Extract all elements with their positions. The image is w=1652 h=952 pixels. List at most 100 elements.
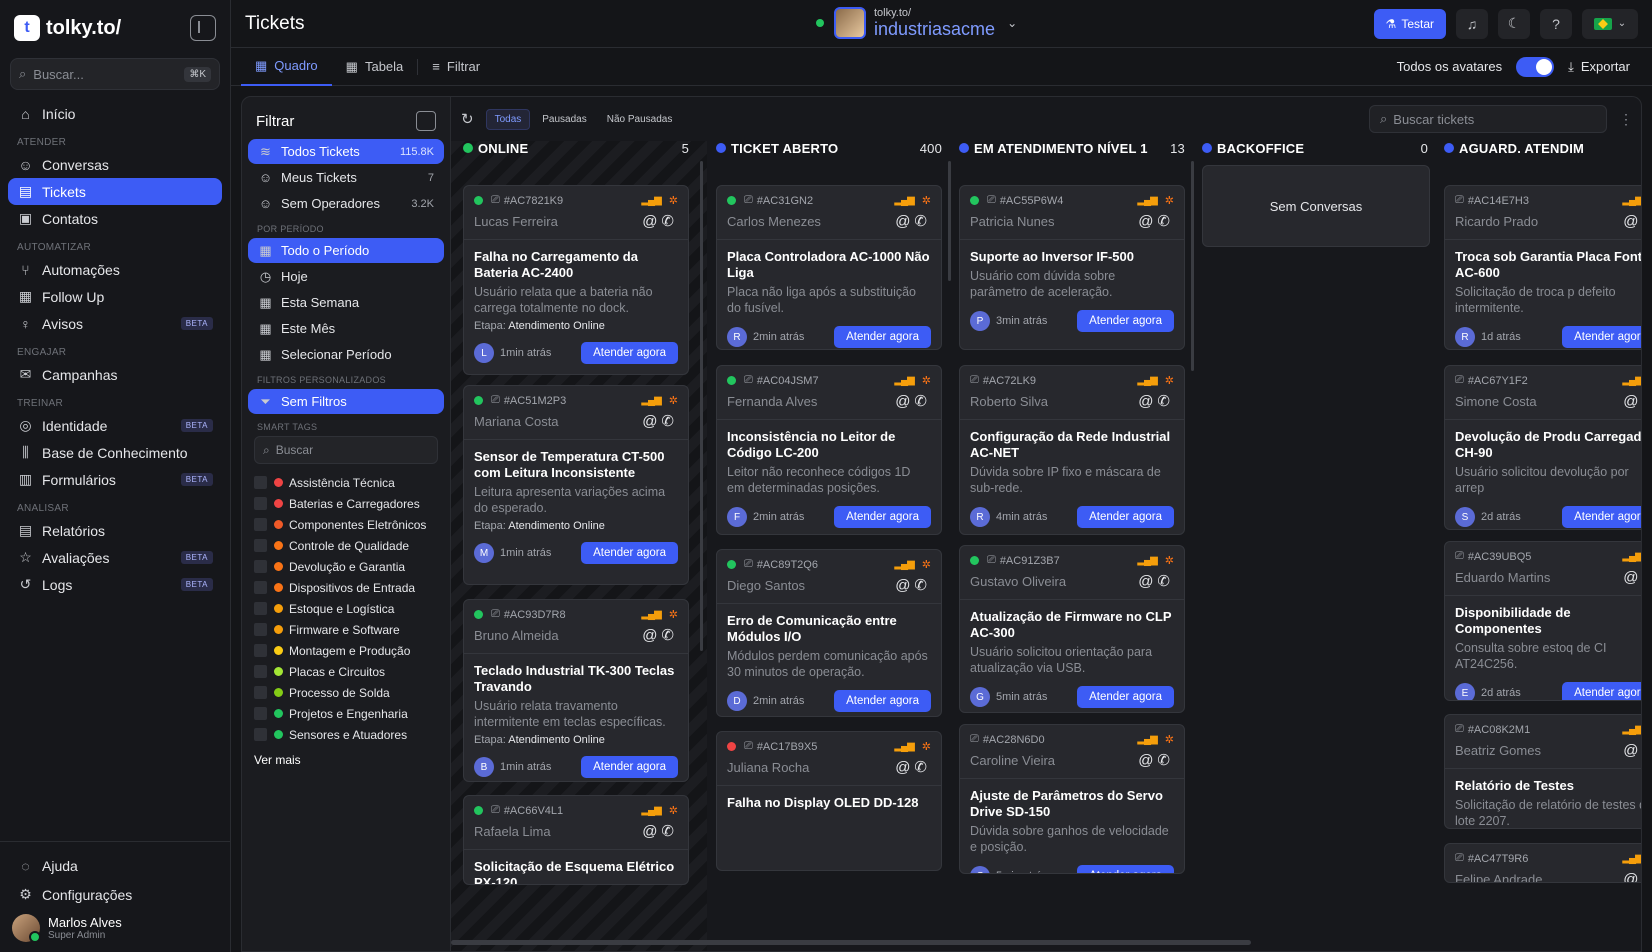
checkbox[interactable] (254, 686, 267, 699)
nav-automacoes[interactable]: ⑂ Automações (8, 256, 222, 283)
checkbox[interactable] (254, 539, 267, 552)
chip-nao-pausadas[interactable]: Não Pausadas (599, 110, 681, 129)
ticket-card[interactable]: ⎚ #AC93D7R8 ▂▄▆ ✲ Bruno Almeida @✆ Teclado Ind… (463, 599, 689, 782)
see-more-link[interactable]: Ver mais (254, 753, 438, 767)
workspace-switcher[interactable]: tolky.to/ industriasacme ⌄ (816, 7, 1017, 39)
smart-tag-item[interactable]: Sensores e Atuadores (248, 724, 444, 745)
nav-avaliacoes[interactable]: ☆ Avaliações BETA (8, 544, 222, 571)
ticket-card[interactable]: ⎚ #AC72LK9 ▂▄▆ ✲ Roberto Silva @✆ Configuração… (959, 365, 1185, 535)
attend-now-button[interactable]: Atender agora (1562, 682, 1641, 700)
ticket-card[interactable]: ⎚#AC47T9R6▂▄▆✲Felipe Andrade@✆Documentaç… (1444, 843, 1641, 883)
filter-toggle[interactable]: ≡ Filtrar (418, 48, 494, 86)
ticket-card[interactable]: ⎚#AC67Y1F2▂▄▆✲Simone Costa@✆Devolução de… (1444, 365, 1641, 530)
filter-este-mes[interactable]: ▦ Este Mês (248, 316, 444, 341)
checkbox[interactable] (254, 497, 267, 510)
nav-formularios[interactable]: ▥ Formulários BETA (8, 466, 222, 493)
tag-search-input[interactable]: ⌕ Buscar (254, 436, 438, 464)
export-button[interactable]: ⤓ Exportar (1568, 59, 1630, 75)
refresh-icon[interactable]: ↻ (461, 110, 474, 128)
attend-now-button[interactable]: Atender agora (581, 756, 678, 778)
nav-identidade[interactable]: ◎ Identidade BETA (8, 412, 222, 439)
smart-tag-item[interactable]: Estoque e Logística (248, 598, 444, 619)
attend-now-button[interactable]: Atender agora (1077, 865, 1174, 873)
nav-logs[interactable]: ↺ Logs BETA (8, 571, 222, 598)
scrollbar[interactable] (948, 161, 951, 281)
attend-now-button[interactable]: Atender agora (1077, 506, 1174, 528)
help-button[interactable]: ? (1540, 8, 1572, 39)
nav-configuracoes[interactable]: ⚙ Configurações (8, 881, 222, 908)
filter-hoje[interactable]: ◷ Hoje (248, 264, 444, 289)
smart-tag-item[interactable]: Controle de Qualidade (248, 535, 444, 556)
attend-now-button[interactable]: Atender agora (834, 506, 931, 528)
global-search-input[interactable]: ⌕ Buscar... ⌘K (10, 58, 220, 90)
horizontal-scrollbar[interactable] (451, 940, 1251, 945)
attend-now-button[interactable]: Atender agora (1077, 310, 1174, 332)
nav-avisos[interactable]: ♀ Avisos BETA (8, 310, 222, 337)
ticket-card[interactable]: ⎚ #AC28N6D0 ▂▄▆ ✲ Caroline Vieira @✆ Ajuste de… (959, 724, 1185, 874)
smart-tag-item[interactable]: Firmware e Software (248, 619, 444, 640)
ticket-search-input[interactable]: ⌕ Buscar tickets (1369, 105, 1607, 133)
checkbox[interactable] (254, 602, 267, 615)
attend-now-button[interactable]: Atender agora (834, 690, 931, 712)
nav-followup[interactable]: ▦ Follow Up (8, 283, 222, 310)
filter-sem-filtros[interactable]: ⏷ Sem Filtros (248, 389, 444, 414)
scrollbar[interactable] (700, 161, 703, 651)
language-selector[interactable]: ⌄ (1582, 8, 1638, 39)
smart-tag-item[interactable]: Processo de Solda (248, 682, 444, 703)
smart-tag-item[interactable]: Projetos e Engenharia (248, 703, 444, 724)
scrollbar[interactable] (1191, 161, 1194, 371)
avatars-toggle[interactable] (1516, 56, 1555, 77)
checkbox[interactable] (254, 707, 267, 720)
ticket-card[interactable]: ⎚ #AC17B9X5 ▂▄▆ ✲ Juliana Rocha @✆ Falha no Di… (716, 731, 942, 871)
smart-tag-item[interactable]: Assistência Técnica (248, 472, 444, 493)
ticket-card[interactable]: ⎚ #AC55P6W4 ▂▄▆ ✲ Patricia Nunes @✆ Suporte ao… (959, 185, 1185, 350)
checkbox[interactable] (254, 476, 267, 489)
nav-conversas[interactable]: ☺ Conversas (8, 151, 222, 178)
smart-tag-item[interactable]: Componentes Eletrônicos (248, 514, 444, 535)
smart-tag-item[interactable]: Dispositivos de Entrada (248, 577, 444, 598)
ticket-card[interactable]: ⎚ #AC7821K9 ▂▄▆ ✲ Lucas Ferreira @✆ Falha no C… (463, 185, 689, 375)
attend-now-button[interactable]: Atender agora (1562, 326, 1641, 348)
ticket-card[interactable]: ⎚ #AC51M2P3 ▂▄▆ ✲ Mariana Costa @✆ Sensor de T… (463, 385, 689, 585)
ticket-card[interactable]: ⎚ #AC89T2Q6 ▂▄▆ ✲ Diego Santos @✆ Erro de Comu… (716, 549, 942, 717)
nav-ajuda[interactable]: ◌ Ajuda (8, 852, 222, 879)
ticket-card[interactable]: ⎚#AC08K2M1▂▄▆✲Beatriz Gomes@✆Relatório d… (1444, 714, 1641, 829)
chip-pausadas[interactable]: Pausadas (534, 110, 594, 129)
smart-tag-item[interactable]: Placas e Circuitos (248, 661, 444, 682)
checkbox[interactable] (254, 518, 267, 531)
nav-inicio[interactable]: ⌂ Início (8, 100, 222, 127)
smart-tag-item[interactable]: Baterias e Carregadores (248, 493, 444, 514)
checkbox[interactable] (254, 560, 267, 573)
ticket-card[interactable]: ⎚ #AC04JSM7 ▂▄▆ ✲ Fernanda Alves @✆ Inconsistê… (716, 365, 942, 535)
checkbox[interactable] (254, 644, 267, 657)
ticket-card[interactable]: ⎚ #AC91Z3B7 ▂▄▆ ✲ Gustavo Oliveira @✆ Atualiza… (959, 545, 1185, 713)
notifications-button[interactable]: ♫ (1456, 8, 1488, 39)
user-profile[interactable]: Marlos Alves Super Admin (0, 908, 230, 952)
nav-relatorios[interactable]: ▤ Relatórios (8, 517, 222, 544)
attend-now-button[interactable]: Atender agora (581, 542, 678, 564)
filter-esta-semana[interactable]: ▦ Esta Semana (248, 290, 444, 315)
checkbox[interactable] (254, 581, 267, 594)
attend-now-button[interactable]: Atender agora (1077, 686, 1174, 708)
test-button[interactable]: ⚗ Testar (1373, 8, 1446, 39)
attend-now-button[interactable]: Atender agora (834, 326, 931, 348)
ticket-card[interactable]: ⎚#AC39UBQ5▂▄▆✲Eduardo Martins@✆Disponibi… (1444, 541, 1641, 701)
checkbox[interactable] (254, 728, 267, 741)
smart-tag-item[interactable]: Devolução e Garantia (248, 556, 444, 577)
ticket-card[interactable]: ⎚ #AC66V4L1 ▂▄▆ ✲ Rafaela Lima @✆ Solicitação … (463, 795, 689, 885)
smart-tag-item[interactable]: Montagem e Produção (248, 640, 444, 661)
chip-todas[interactable]: Todas (485, 108, 531, 130)
filter-todo-periodo[interactable]: ▦ Todo o Período (248, 238, 444, 263)
nav-tickets[interactable]: ▤ Tickets (8, 178, 222, 205)
filter-selecionar-periodo[interactable]: ▦ Selecionar Período (248, 342, 444, 367)
nav-base-conhecimento[interactable]: ⫼ Base de Conhecimento (8, 439, 222, 466)
nav-campanhas[interactable]: ✉ Campanhas (8, 361, 222, 388)
filter-meus-tickets[interactable]: ☺ Meus Tickets 7 (248, 165, 444, 190)
more-options-icon[interactable]: ⋮ (1619, 111, 1633, 128)
collapse-sidebar-button[interactable] (190, 15, 216, 41)
checkbox[interactable] (254, 665, 267, 678)
nav-contatos[interactable]: ▣ Contatos (8, 205, 222, 232)
checkbox[interactable] (254, 623, 267, 636)
ticket-card[interactable]: ⎚#AC14E7H3▂▄▆✲Ricardo Prado@✆Troca sob G… (1444, 185, 1641, 350)
filter-sem-operadores[interactable]: ☺ Sem Operadores 3.2K (248, 191, 444, 216)
